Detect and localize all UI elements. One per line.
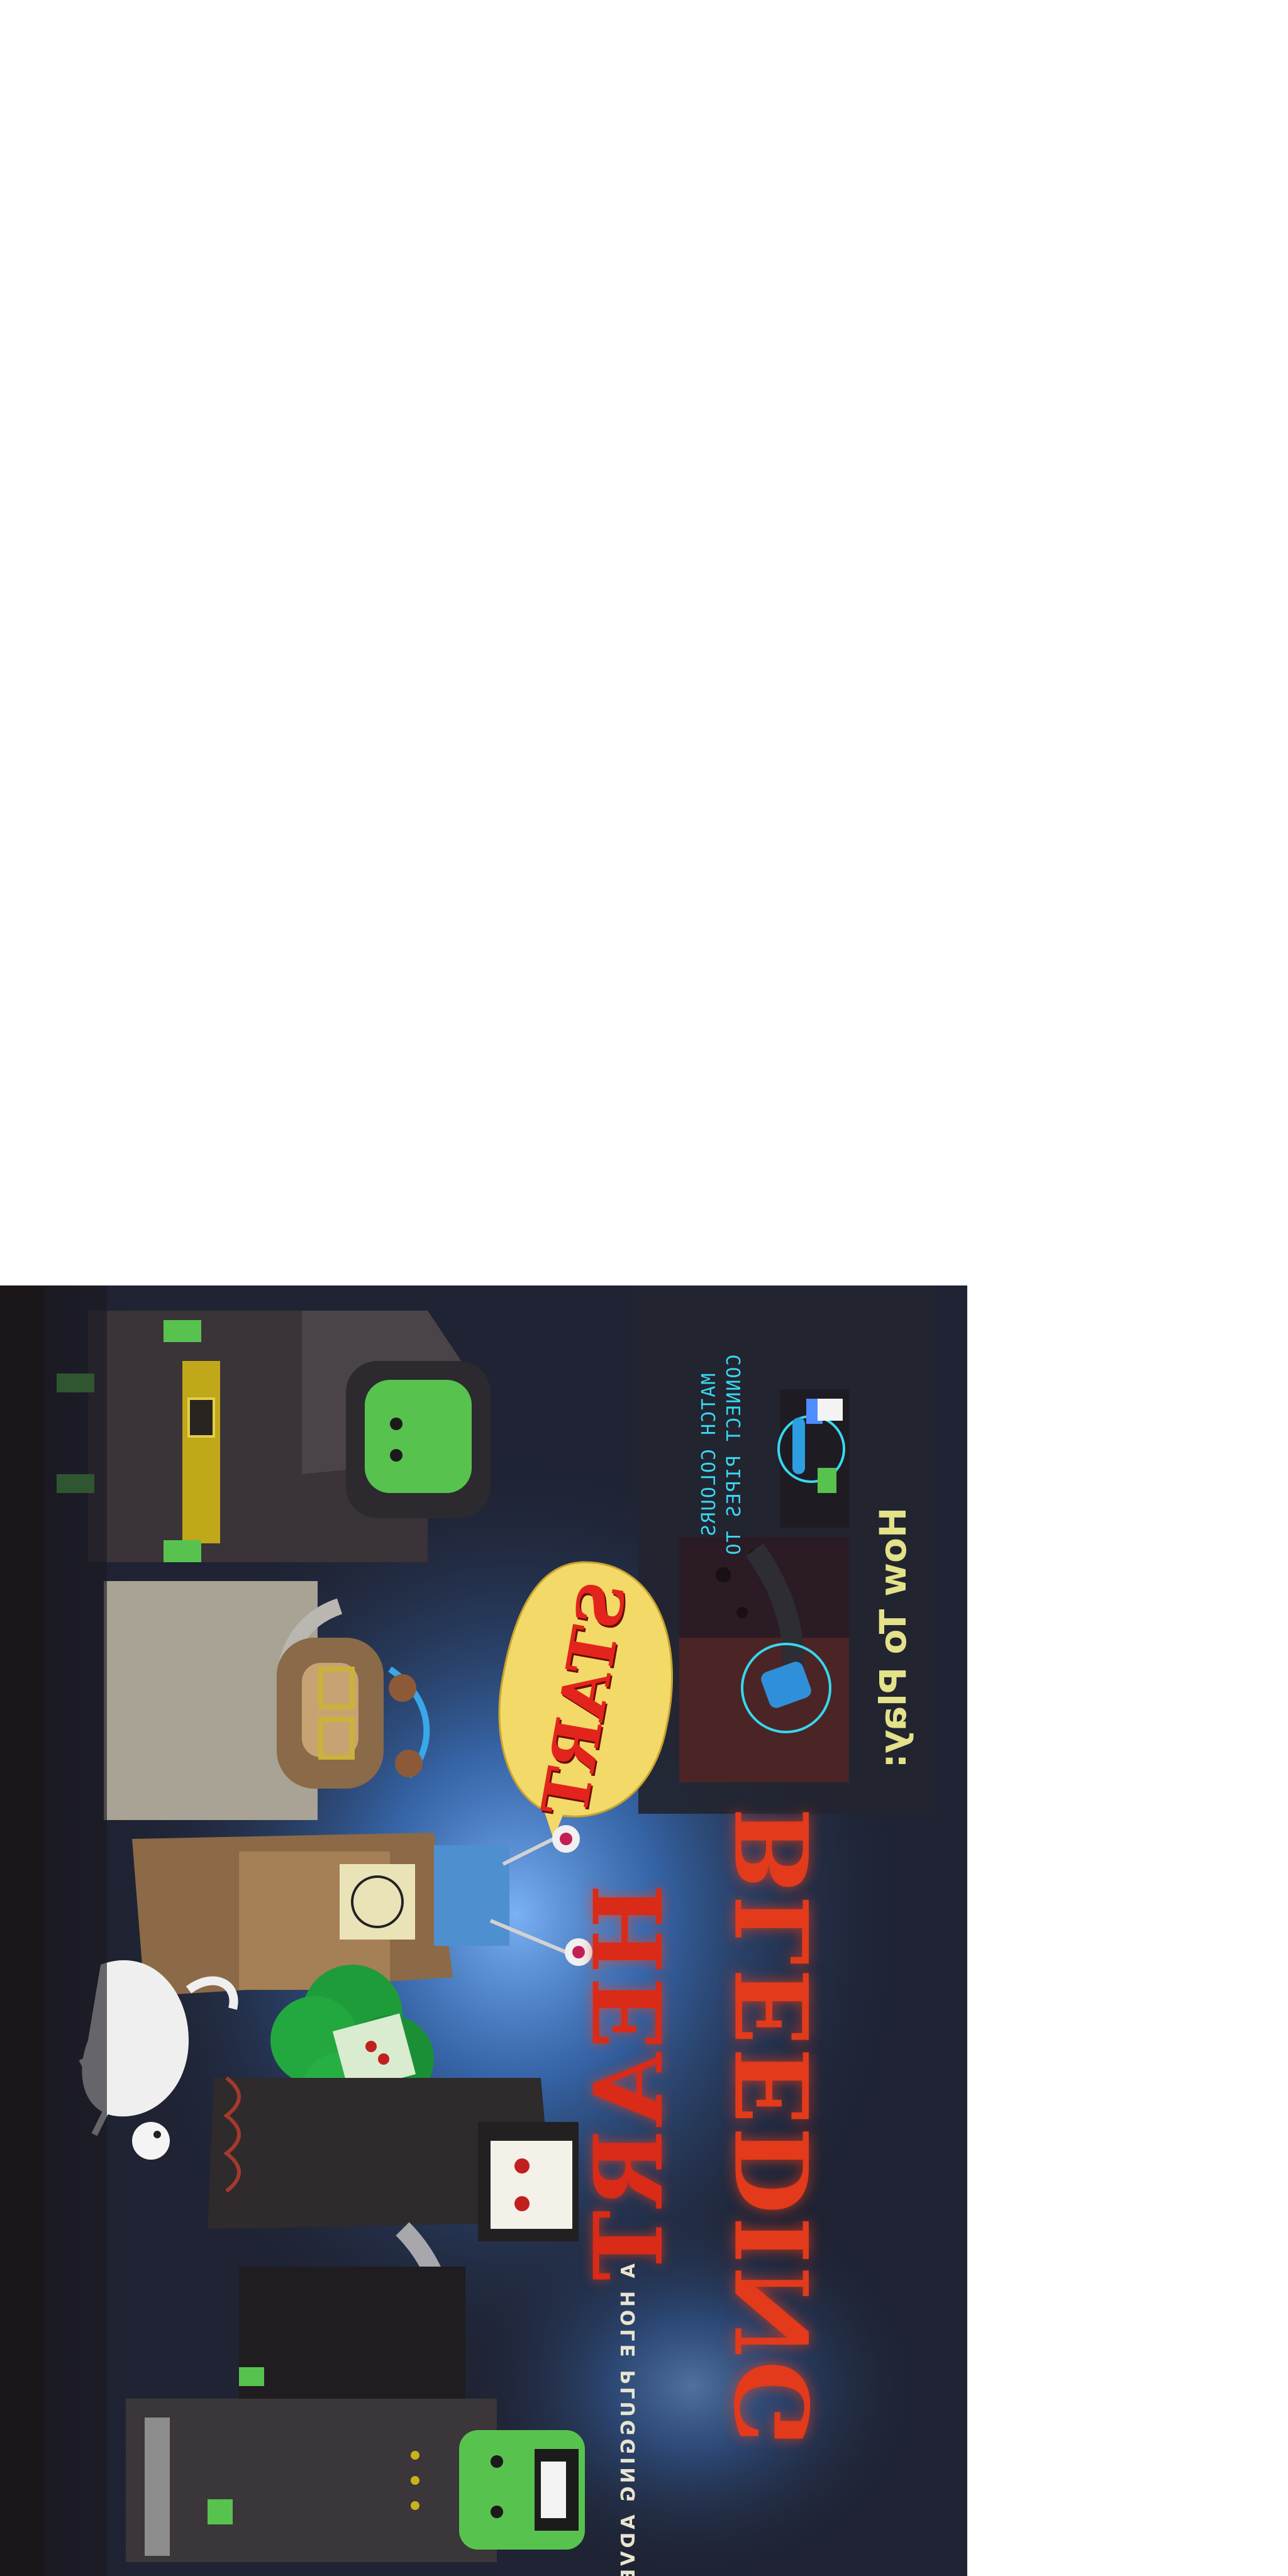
left-edge xyxy=(0,1285,44,2576)
title-screen: BLEEDING HEART A HOLE PLUGGING ADVENTURE… xyxy=(0,1285,967,2576)
game-tagline: A HOLE PLUGGING ADVENTURE xyxy=(618,2263,640,2576)
game-title-line2: BLEEDING xyxy=(714,1807,833,2450)
instruction-line-1: MATCH COLOURS xyxy=(698,1373,720,1538)
instruction-line-2: CONNECT PIPES TO xyxy=(723,1354,745,1557)
floor-shadow xyxy=(44,1285,107,2576)
witch-icon xyxy=(57,1311,491,1562)
how-to-play-heading: How To Play: xyxy=(872,1507,914,1768)
